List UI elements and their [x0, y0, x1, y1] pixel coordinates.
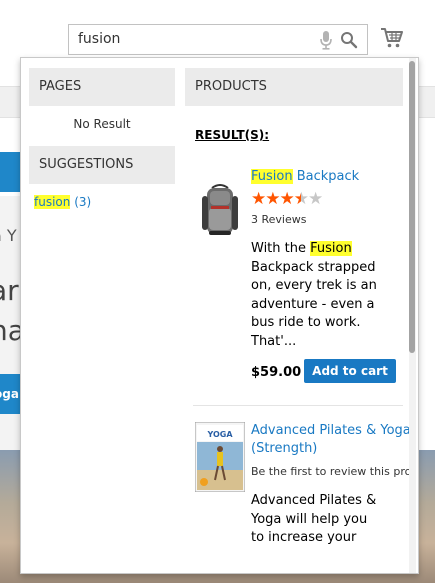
star-icon: ★: [279, 189, 295, 209]
suggestions-heading: SUGGESTIONS: [29, 146, 175, 184]
hero-text-line: a Y: [0, 226, 17, 245]
search-icon[interactable]: [340, 31, 358, 49]
review-prompt[interactable]: Be the first to review this pro: [251, 465, 418, 478]
cart-icon[interactable]: [380, 26, 404, 50]
hero-heading-line: ar: [0, 274, 19, 307]
dropdown-scrollbar[interactable]: [409, 58, 416, 573]
product-name-rest: Backpack: [292, 169, 360, 184]
product-name-link[interactable]: Fusion Backpack: [251, 168, 418, 186]
star-icon: ★: [265, 189, 280, 209]
promo-tab: [0, 152, 20, 192]
hero-banner: a Y ar na oga: [0, 196, 20, 450]
product-description: Advanced Pilates & Yoga will help you to…: [251, 493, 377, 545]
product-image-backpack[interactable]: [195, 182, 245, 240]
suggestion-term: fusion: [34, 195, 71, 209]
pages-no-result: No Result: [73, 117, 131, 131]
results-label: RESULT(S):: [195, 128, 270, 142]
description-text: With the: [251, 241, 311, 256]
product-description: With the Fusion Backpack strapped on, ev…: [251, 240, 381, 351]
suggestion-count: (3): [74, 195, 92, 209]
search-box[interactable]: [68, 24, 368, 55]
star-icon: ★: [251, 189, 266, 209]
hero-shop-button-label: oga: [0, 387, 19, 401]
description-text: Backpack strapped on, every trek is an a…: [251, 259, 377, 349]
hero-heading-line: na: [0, 314, 20, 347]
suggestion-item[interactable]: fusion (3): [29, 195, 175, 209]
product-image-yoga-dvd[interactable]: YOGA: [195, 422, 245, 492]
search-autocomplete-dropdown: PAGES No Result SUGGESTIONS fusion (3) P…: [20, 57, 419, 574]
search-input[interactable]: [78, 31, 308, 47]
rating-stars: ★★★★★: [251, 189, 418, 209]
hero-shop-button[interactable]: oga: [0, 374, 20, 414]
product-info: Advanced Pilates & Yoga (Strength) Be th…: [251, 422, 418, 548]
pages-heading: PAGES: [29, 68, 175, 106]
star-icon: ★: [308, 189, 323, 209]
autocomplete-left-column: PAGES No Result SUGGESTIONS fusion (3): [29, 68, 175, 209]
product-reviews-link[interactable]: 3 Reviews: [251, 213, 418, 226]
microphone-icon[interactable]: [319, 30, 333, 50]
description-highlight: Fusion: [310, 241, 352, 256]
star-icon: ★: [293, 189, 309, 209]
product-item: Fusion Backpack ★★★★★ 3 Reviews With the…: [193, 146, 403, 406]
product-name-link[interactable]: Advanced Pilates & Yoga (Strength): [251, 422, 418, 458]
dvd-cover-text: YOGA: [206, 430, 233, 439]
product-name-highlight: Fusion: [251, 169, 293, 184]
scrollbar-thumb[interactable]: [409, 61, 415, 353]
product-price: $59.00: [251, 365, 302, 380]
products-heading: PRODUCTS: [185, 68, 403, 106]
autocomplete-right-column: PRODUCTS RESULT(S): Fusion Backpack ★★★★…: [185, 68, 411, 573]
add-to-cart-button[interactable]: Add to cart: [304, 359, 396, 383]
product-item: YOGA Advanced Pilates & Yoga (Strength) …: [193, 406, 411, 573]
price-row: $59.00 Add to cart: [251, 359, 418, 385]
product-info: Fusion Backpack ★★★★★ 3 Reviews With the…: [251, 168, 418, 385]
